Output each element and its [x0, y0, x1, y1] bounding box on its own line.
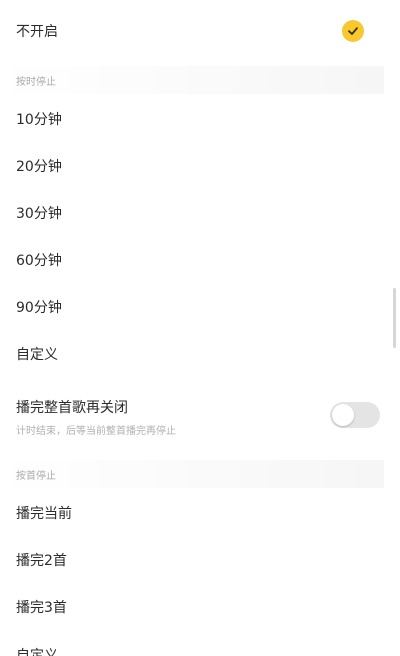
option-off-label: 不开启 [16, 24, 58, 40]
song-item-label: 播完当前 [16, 506, 72, 522]
finish-song-label: 播完整首歌再关闭 [16, 400, 128, 416]
song-item-label: 自定义 [16, 648, 58, 656]
finish-song-row: 播完整首歌再关闭 [0, 395, 384, 419]
sleep-timer-page: 不开启 按时停止 10分钟 20分钟 30分钟 60分钟 90分钟 自定义 播完… [0, 0, 400, 656]
timer-item-label: 30分钟 [16, 206, 62, 222]
song-item-label: 播完3首 [16, 600, 67, 616]
section-header-by-time-label: 按时停止 [16, 76, 56, 88]
toggle-knob [332, 404, 354, 426]
timer-item[interactable]: 10分钟 [0, 100, 384, 138]
finish-song-toggle[interactable] [330, 402, 380, 428]
song-item[interactable]: 播完当前 [0, 494, 384, 532]
section-header-by-time: 按时停止 [0, 66, 384, 94]
section-header-by-song: 按首停止 [0, 460, 384, 488]
option-off[interactable]: 不开启 [0, 12, 384, 50]
song-item[interactable]: 播完2首 [0, 541, 384, 579]
finish-song-description: 计时结束，后等当前整首播完再停止 [16, 426, 176, 437]
timer-item[interactable]: 20分钟 [0, 147, 384, 185]
timer-item-label: 90分钟 [16, 300, 62, 316]
song-item-label: 播完2首 [16, 553, 67, 569]
song-item-custom[interactable]: 自定义 [0, 636, 384, 656]
timer-item-label: 自定义 [16, 347, 58, 363]
timer-item[interactable]: 30分钟 [0, 194, 384, 232]
check-icon [342, 20, 364, 42]
section-header-by-song-label: 按首停止 [16, 470, 56, 482]
scrollbar[interactable] [393, 288, 396, 348]
song-item[interactable]: 播完3首 [0, 588, 384, 626]
timer-item[interactable]: 90分钟 [0, 288, 384, 326]
timer-item-label: 10分钟 [16, 112, 62, 128]
timer-item-label: 20分钟 [16, 159, 62, 175]
timer-item[interactable]: 60分钟 [0, 241, 384, 279]
timer-item-custom[interactable]: 自定义 [0, 335, 384, 373]
timer-item-label: 60分钟 [16, 253, 62, 269]
